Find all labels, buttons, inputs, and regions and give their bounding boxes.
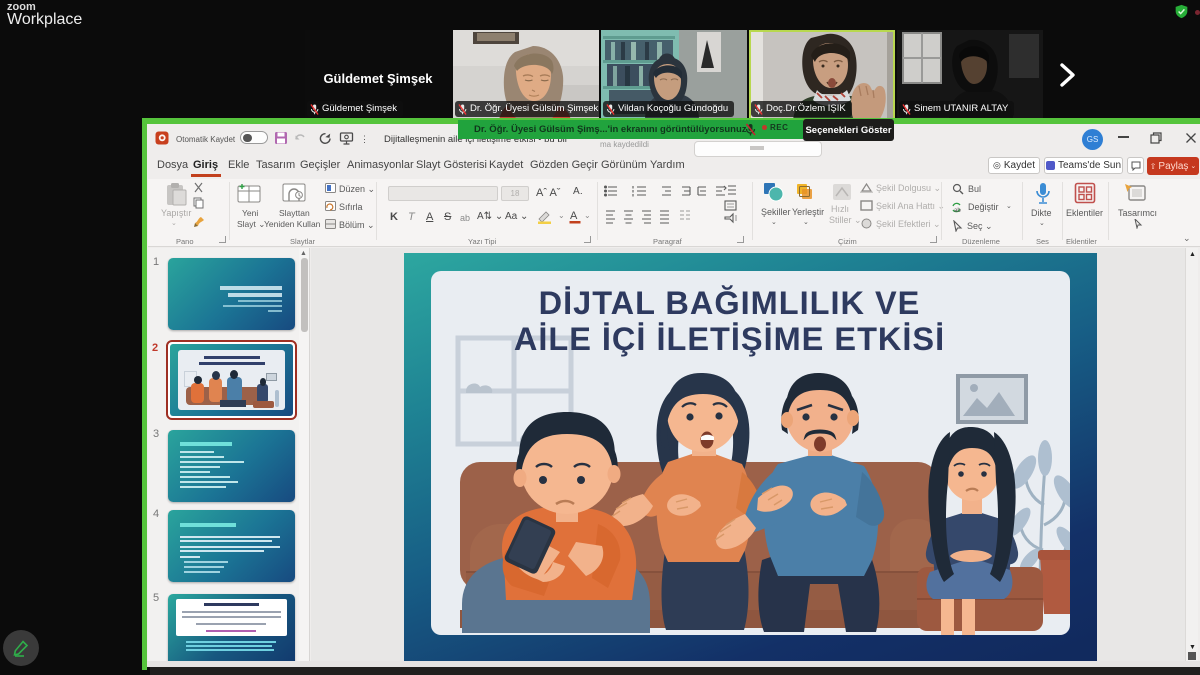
- svg-text:A: A: [570, 210, 578, 222]
- svg-text:ab: ab: [954, 208, 961, 214]
